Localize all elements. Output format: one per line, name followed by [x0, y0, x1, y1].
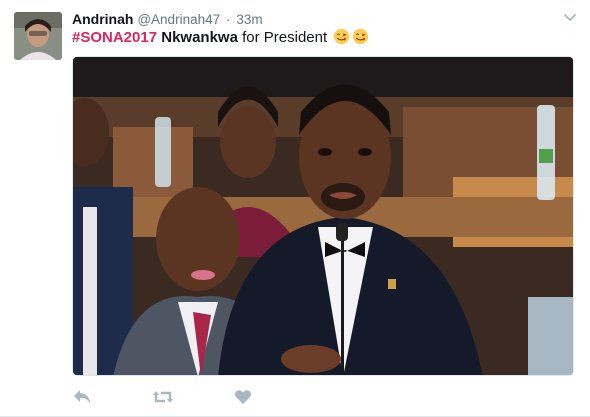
retweet-icon[interactable] — [152, 388, 174, 408]
tweet-photo[interactable] — [72, 56, 574, 376]
display-name[interactable]: Andrinah — [72, 11, 133, 27]
avatar[interactable] — [14, 12, 62, 60]
reply-icon[interactable] — [72, 388, 94, 408]
tweet-card[interactable]: Andrinah @Andrinah47 · 33m #SONA2017 Nkw… — [0, 0, 590, 417]
tweet-text: #SONA2017 Nkwankwa for President — [72, 28, 369, 48]
heart-icon[interactable] — [234, 388, 256, 408]
separator-dot: · — [226, 12, 231, 27]
user-handle[interactable]: @Andrinah47 — [137, 12, 220, 27]
chevron-down-icon[interactable] — [562, 10, 578, 26]
tweet-header: Andrinah @Andrinah47 · 33m — [72, 10, 263, 29]
face-savoring-food-emoji — [333, 28, 350, 45]
face-savoring-food-emoji — [352, 28, 369, 45]
mention-name: Nkwankwa — [161, 29, 238, 46]
tweet-text-rest: for President — [237, 29, 328, 46]
timestamp[interactable]: 33m — [236, 12, 262, 27]
hashtag-link[interactable]: #SONA2017 — [72, 29, 157, 46]
